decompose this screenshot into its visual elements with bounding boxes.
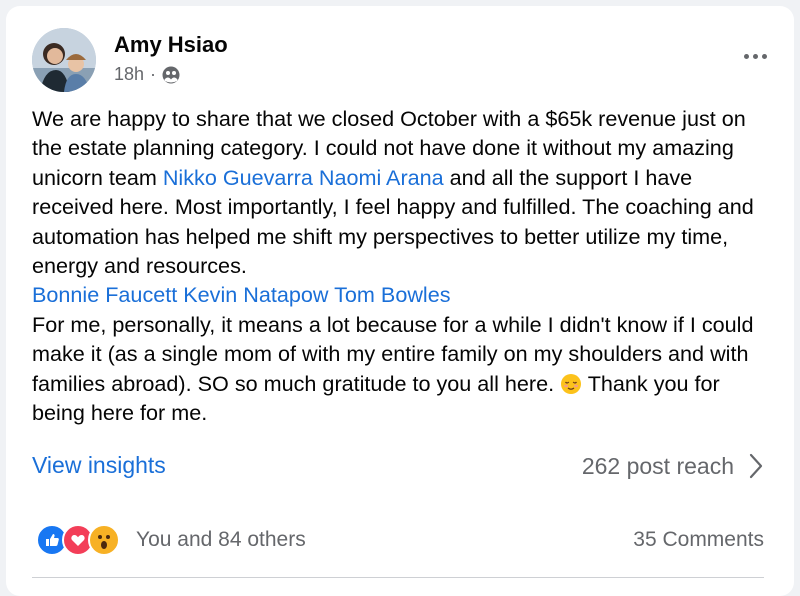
- mention-link[interactable]: Bonnie Faucett: [32, 282, 177, 307]
- mention-link[interactable]: Nikko Guevarra: [163, 165, 313, 190]
- post-reach-label: 262 post reach: [581, 452, 734, 479]
- post-paragraph: Bonnie Faucett Kevin Natapow Tom Bowles: [32, 280, 772, 309]
- view-insights-link[interactable]: View insights: [32, 452, 166, 479]
- reaction-count-text: You and 84 others: [136, 528, 306, 551]
- meta-separator: ·: [150, 64, 157, 84]
- wow-icon: [88, 524, 120, 556]
- divider: [32, 577, 764, 578]
- post-paragraph: For me, personally, it means a lot becau…: [32, 310, 772, 428]
- comments-count-link[interactable]: 35 Comments: [633, 528, 764, 552]
- post-meta: 18h ·: [114, 64, 180, 85]
- more-dot-icon: [761, 53, 767, 59]
- post-card: Amy Hsiao 18h · We are happy to share th…: [6, 6, 794, 596]
- post-body: We are happy to share that we closed Oct…: [32, 104, 772, 427]
- post-reach[interactable]: 262 post reach: [582, 452, 764, 480]
- author-name[interactable]: Amy Hsiao: [114, 32, 228, 58]
- more-options-button[interactable]: [738, 46, 772, 66]
- chevron-right-icon: [749, 453, 763, 479]
- relieved-face-emoji: [561, 373, 582, 394]
- reaction-summary[interactable]: You and 84 others: [36, 524, 306, 556]
- post-time[interactable]: 18h: [114, 64, 144, 85]
- more-dot-icon: [743, 53, 749, 59]
- more-dot-icon: [752, 53, 758, 59]
- post-header: Amy Hsiao 18h ·: [32, 28, 772, 98]
- avatar[interactable]: [32, 28, 96, 92]
- friends-icon[interactable]: [162, 66, 180, 84]
- mention-link[interactable]: Kevin Natapow: [183, 282, 328, 307]
- post-paragraph: We are happy to share that we closed Oct…: [32, 104, 772, 280]
- mention-link[interactable]: Naomi Arana: [319, 165, 444, 190]
- mention-link[interactable]: Tom Bowles: [334, 282, 450, 307]
